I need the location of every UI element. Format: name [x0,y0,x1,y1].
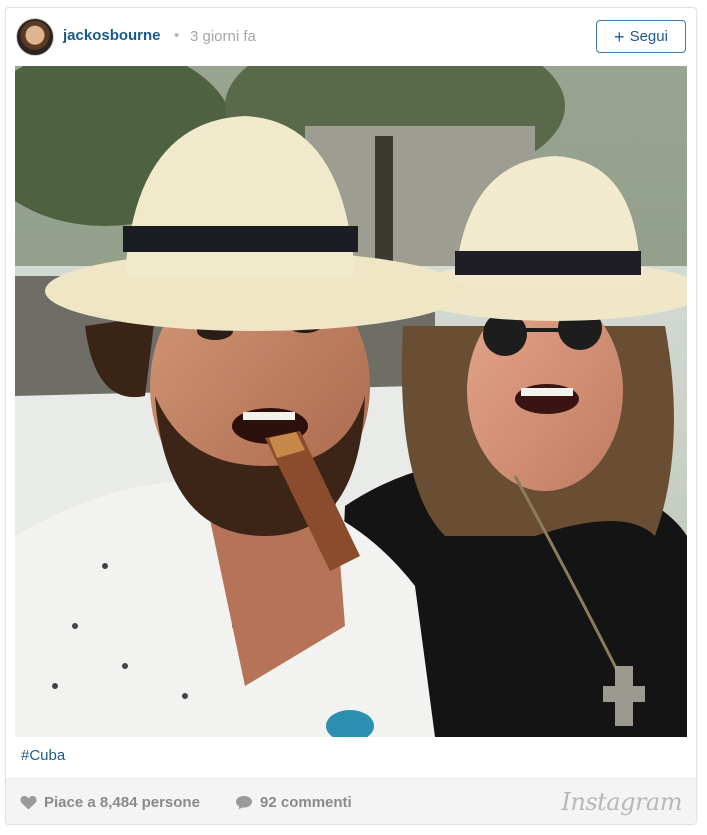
post-caption-hashtag[interactable]: #Cuba [21,747,65,764]
photo-illustration [15,66,687,737]
post-header: jackosbourne • 3 giorni fa + Segui [6,8,696,66]
instagram-logo[interactable]: Instagram [561,788,682,816]
instagram-embed: jackosbourne • 3 giorni fa + Segui #Cuba… [5,7,697,825]
post-photo[interactable] [15,66,687,737]
post-footer: Piace a 8,484 persone 92 commenti Instag… [6,778,696,824]
speech-bubble-icon [236,796,252,810]
plus-icon: + [614,26,625,47]
post-timestamp[interactable]: 3 giorni fa [190,28,256,45]
comments-count[interactable]: 92 commenti [235,794,352,811]
avatar[interactable] [16,18,54,56]
follow-button[interactable]: + Segui [596,20,686,53]
follow-label: Segui [629,28,668,45]
likes-count[interactable]: Piace a 8,484 persone [20,794,200,811]
username-link[interactable]: jackosbourne [63,27,161,44]
likes-label: Piace a 8,484 persone [44,794,200,811]
separator-dot: • [174,27,180,44]
heart-icon [20,795,37,810]
comments-label: 92 commenti [260,794,352,811]
